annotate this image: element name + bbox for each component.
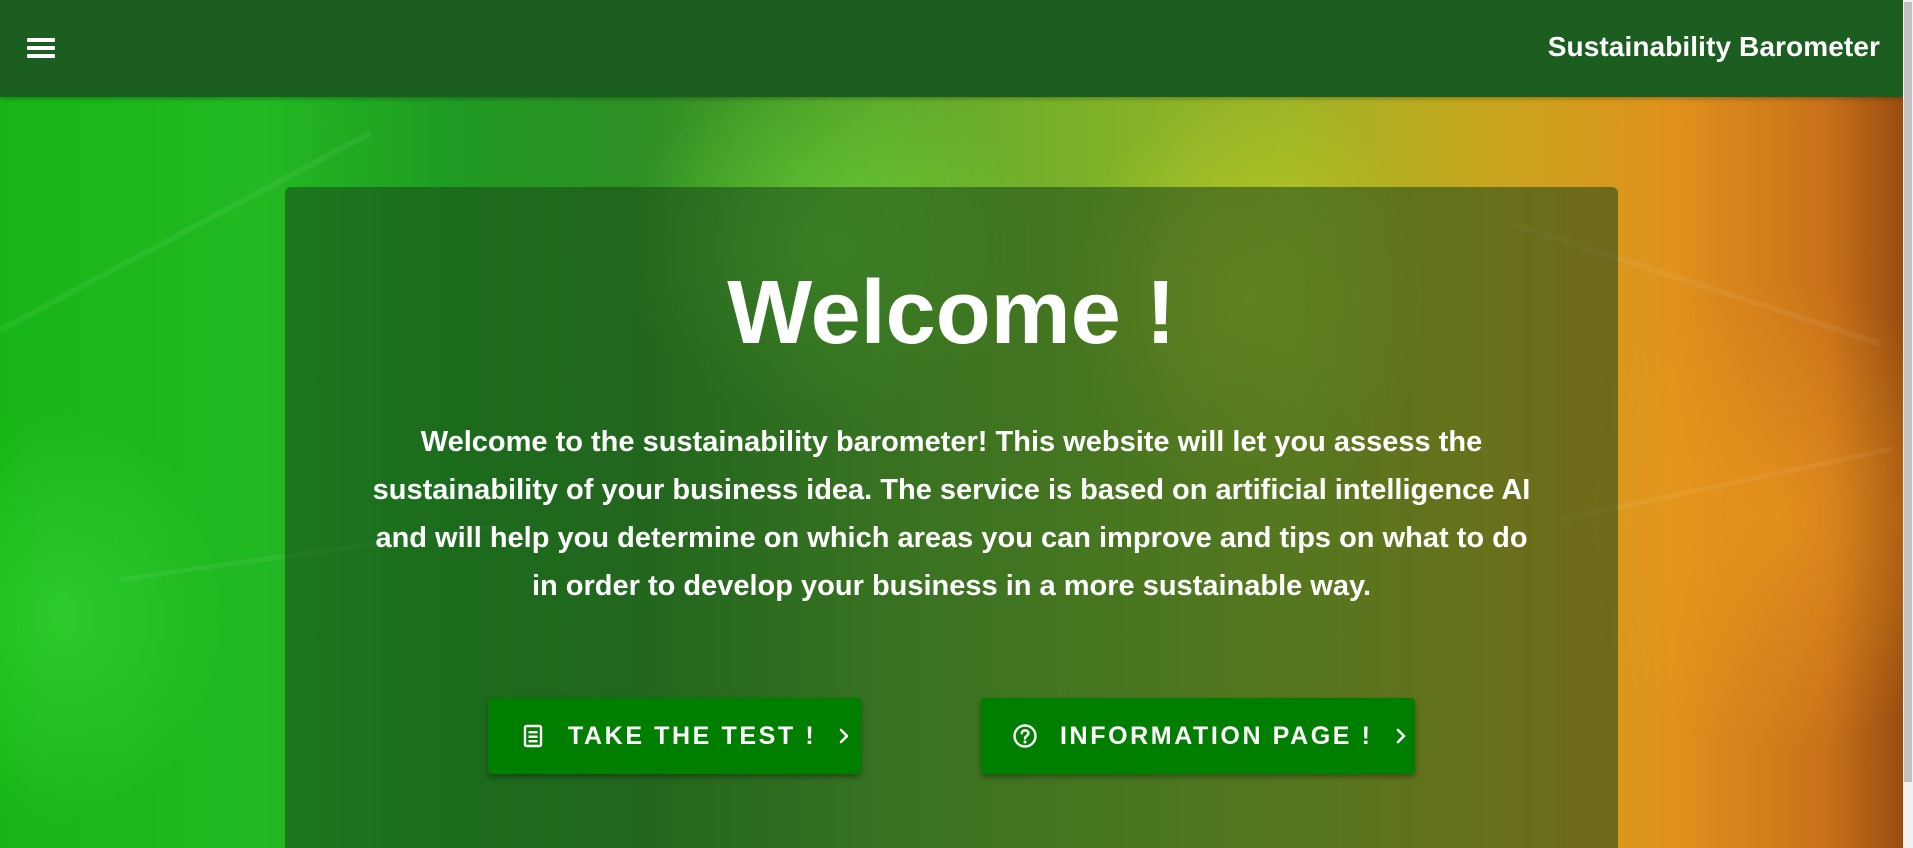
clipboard-list-icon — [520, 723, 546, 749]
intro-line: in order to develop your business in a m… — [531, 570, 1372, 602]
take-test-button[interactable]: TAKE THE TEST ! — [488, 698, 861, 774]
page: Sustainability Barometer Welcome ! Welco… — [0, 0, 1913, 848]
chevron-right-icon — [1393, 726, 1409, 746]
help-circle-icon — [1012, 723, 1038, 749]
app-title: Sustainability Barometer — [1547, 31, 1880, 62]
menu-button[interactable] — [18, 28, 66, 68]
intro-text: Welcome to the sustainability barometer!… — [360, 418, 1543, 610]
chevron-right-icon — [836, 726, 852, 746]
intro-line: sustainability of your business idea. Th… — [372, 474, 1531, 506]
scrollbar-thumb[interactable] — [1904, 2, 1912, 782]
top-app-bar: Sustainability Barometer — [0, 0, 1903, 97]
intro-line: Welcome to the sustainability barometer!… — [420, 426, 1483, 458]
intro-line: and will help you determine on which are… — [375, 522, 1528, 554]
information-page-button[interactable]: INFORMATION PAGE ! — [981, 698, 1415, 774]
content-area: Sustainability Barometer Welcome ! Welco… — [0, 0, 1903, 848]
page-title: Welcome ! — [727, 263, 1176, 363]
information-page-label: INFORMATION PAGE ! — [1060, 721, 1373, 750]
take-test-label: TAKE THE TEST ! — [568, 721, 817, 750]
vertical-scrollbar[interactable] — [1903, 0, 1913, 848]
